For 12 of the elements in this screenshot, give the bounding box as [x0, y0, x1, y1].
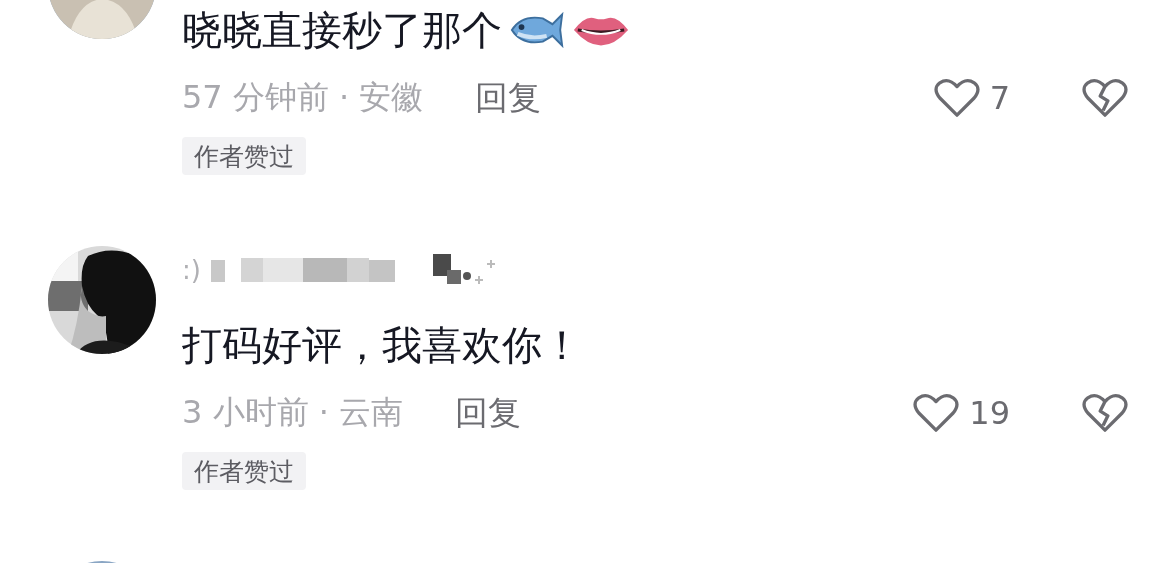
broken-heart-icon[interactable] — [1082, 78, 1128, 118]
fish-icon — [508, 10, 566, 50]
like-button[interactable]: 19 — [913, 393, 1010, 433]
broken-heart-icon[interactable] — [1082, 393, 1128, 433]
comment-text: 打码好评，我喜欢你！ — [182, 320, 582, 370]
time-location: 3 小时前 · 云南 — [182, 392, 404, 433]
time-location: 57 分钟前 · 安徽 — [182, 77, 424, 118]
author-liked-badge: 作者赞过 — [182, 452, 306, 490]
author-liked-badge: 作者赞过 — [182, 137, 306, 175]
reply-link[interactable]: 回复 — [475, 75, 542, 121]
reply-link[interactable]: 回复 — [455, 390, 522, 436]
comment-text: 晓晓直接秒了那个 — [182, 5, 502, 55]
